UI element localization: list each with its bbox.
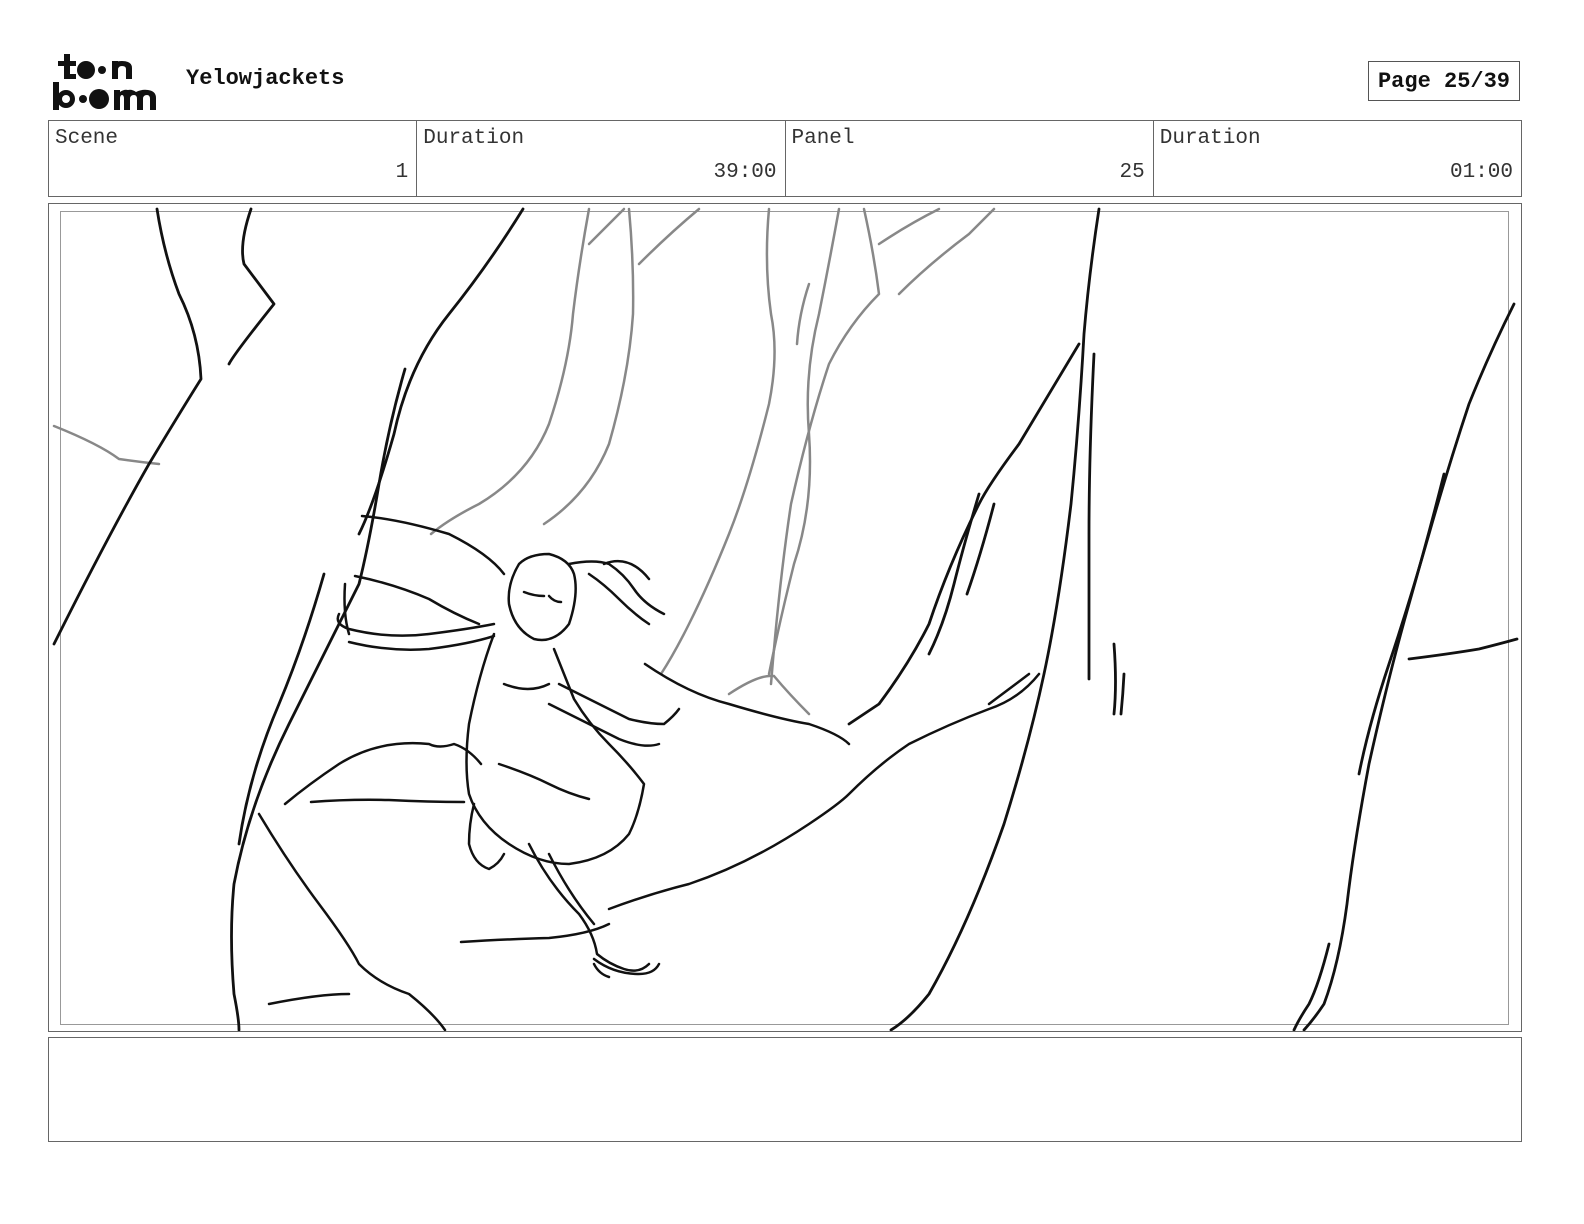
ground-rocks	[257, 662, 1041, 1031]
scene-duration-value: 39:00	[713, 161, 777, 184]
scene-label: Scene	[55, 127, 119, 150]
page-indicator: Page 25/39	[1368, 61, 1520, 101]
project-title: Yelowjackets	[186, 66, 345, 91]
panel-notes-box	[48, 1037, 1522, 1142]
forest-sketch-drawing	[52, 207, 1519, 1031]
background-trees	[52, 207, 996, 716]
storyboard-panel	[48, 203, 1522, 1032]
panel-duration-value: 01:00	[1449, 161, 1513, 184]
scene-duration-label: Duration	[423, 127, 525, 150]
character-girl	[336, 514, 681, 979]
scene-duration-cell: Duration 39:00	[417, 121, 786, 196]
logo-icon	[53, 54, 156, 110]
scene-info-row: Scene 1 Duration 39:00 Panel 25 Duration…	[48, 120, 1522, 197]
toon-boom-logo	[52, 52, 164, 112]
panel-value: 25	[1119, 161, 1145, 184]
scene-cell: Scene 1	[49, 121, 418, 196]
panel-cell: Panel 25	[786, 121, 1154, 196]
scene-value: 1	[395, 161, 409, 184]
panel-duration-cell: Duration 01:00	[1154, 121, 1521, 196]
panel-duration-label: Duration	[1159, 127, 1261, 150]
foreground-trees	[52, 207, 1519, 1031]
panel-label: Panel	[791, 127, 855, 150]
